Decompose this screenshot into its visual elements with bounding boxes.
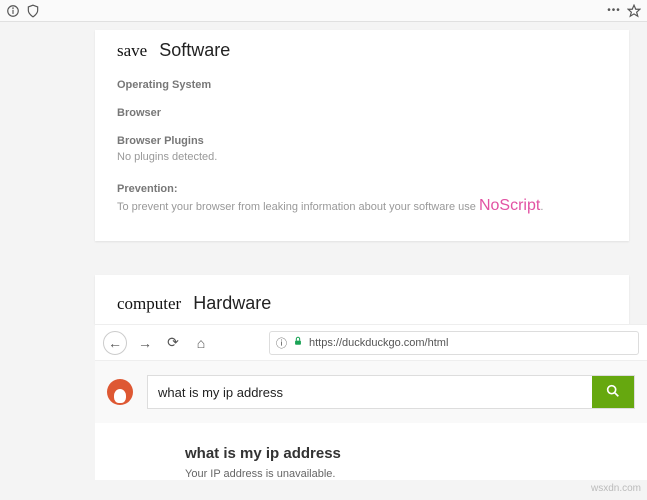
watermark: wsxdn.com [591,483,641,494]
lock-icon [293,336,303,349]
search-button[interactable] [592,376,634,408]
url-bar[interactable]: ⓘ https://duckduckgo.com/html [269,331,639,355]
prevention-period: . [540,201,543,213]
search-input[interactable] [148,376,592,408]
bookmark-star-icon[interactable] [627,4,641,18]
menu-dots-icon[interactable]: ••• [607,4,621,18]
forward-button[interactable]: → [135,335,155,351]
reload-icon: ⟳ [167,334,179,351]
browser-block: Browser [117,107,607,119]
magnifier-icon [605,383,621,402]
plugins-text: No plugins detected. [117,151,607,163]
search-box [147,375,635,409]
reload-button[interactable]: ⟳ [163,334,183,351]
search-zone [95,361,647,423]
back-button[interactable]: ← [103,331,127,355]
back-arrow-icon: ← [108,335,122,351]
duckduckgo-logo-icon[interactable] [107,379,133,405]
prevention-label: Prevention: [117,183,178,195]
plugins-label: Browser Plugins [117,135,607,147]
outer-browser-toolbar: ••• [0,0,647,22]
prevention-block: Prevention: To prevent your browser from… [117,179,607,215]
inner-browser: ← → ⟳ ⌂ ⓘ https://duckduckgo.com/html wh… [95,324,647,480]
url-text: https://duckduckgo.com/html [309,337,448,349]
software-header: save Software [117,40,607,61]
info-icon[interactable] [6,4,20,18]
noscript-link[interactable]: NoScript [479,197,540,214]
home-icon: ⌂ [197,335,205,351]
hardware-lead: computer [117,294,181,314]
browser-label: Browser [117,107,607,119]
software-lead: save [117,41,147,61]
os-label: Operating System [117,79,607,91]
hardware-header: computer Hardware [117,293,607,314]
nav-bar: ← → ⟳ ⌂ ⓘ https://duckduckgo.com/html [95,325,647,361]
hardware-title: Hardware [193,293,271,314]
result-subtitle: Your IP address is unavailable. [185,468,647,480]
results-area: what is my ip address Your IP address is… [95,423,647,480]
toolbar-left [6,4,40,18]
result-title[interactable]: what is my ip address [185,445,647,462]
software-title: Software [159,40,230,61]
os-block: Operating System [117,79,607,91]
hardware-card: computer Hardware [95,275,629,324]
site-info-icon[interactable]: ⓘ [276,335,287,351]
shield-icon[interactable] [26,4,40,18]
prevention-text: To prevent your browser from leaking inf… [117,201,479,213]
software-card: save Software Operating System Browser B… [95,30,629,241]
plugins-block: Browser Plugins No plugins detected. [117,135,607,163]
home-button[interactable]: ⌂ [191,335,211,351]
forward-arrow-icon: → [138,335,152,351]
toolbar-right: ••• [607,4,641,18]
